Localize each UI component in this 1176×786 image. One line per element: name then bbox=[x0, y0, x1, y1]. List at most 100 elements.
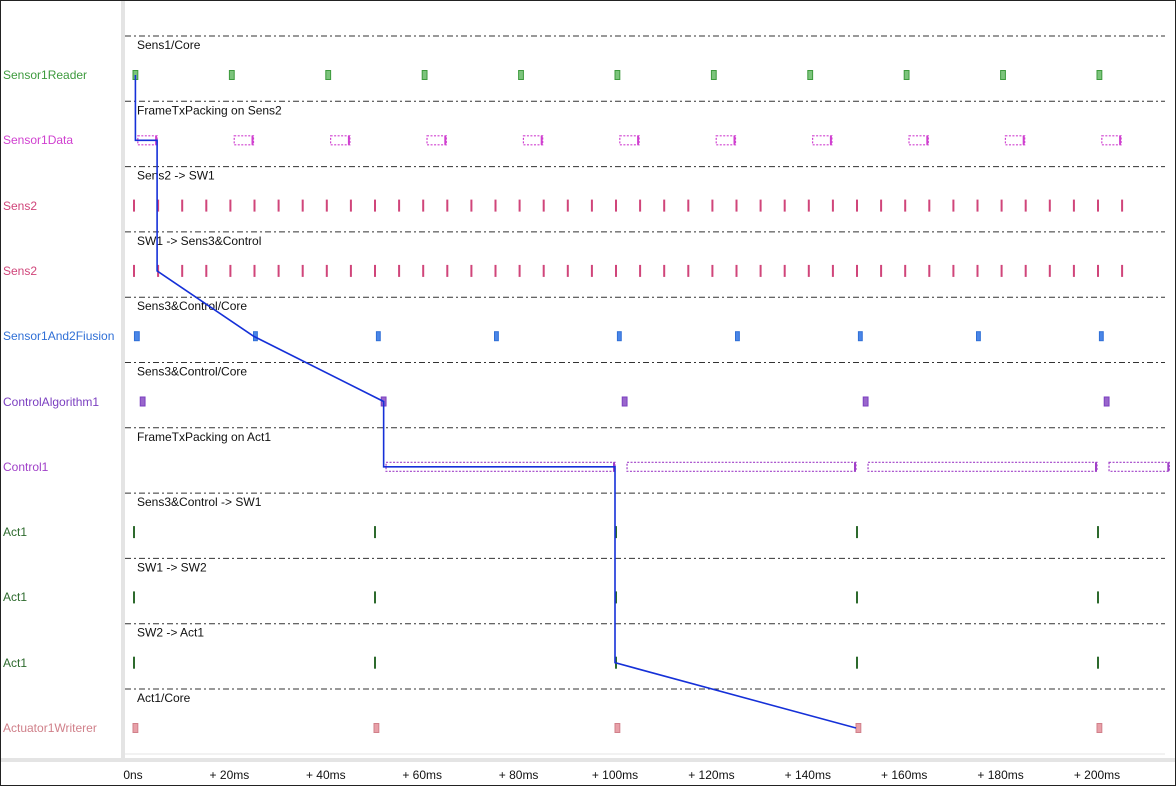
event-tick[interactable] bbox=[325, 199, 328, 212]
event-tick[interactable] bbox=[952, 264, 955, 277]
event-bar[interactable] bbox=[1108, 461, 1170, 472]
event-tick[interactable] bbox=[566, 264, 569, 277]
event-tick[interactable] bbox=[494, 264, 497, 277]
event-tick[interactable] bbox=[374, 264, 376, 277]
event-bar[interactable] bbox=[133, 331, 140, 342]
event-tick[interactable] bbox=[735, 264, 738, 277]
event-bar[interactable] bbox=[812, 135, 833, 146]
event-tick[interactable] bbox=[470, 199, 473, 212]
event-tick[interactable] bbox=[639, 264, 642, 277]
event-bar[interactable] bbox=[807, 70, 814, 80]
event-tick[interactable] bbox=[711, 199, 714, 212]
event-bar[interactable] bbox=[522, 135, 544, 146]
event-tick[interactable] bbox=[542, 199, 545, 212]
event-tick[interactable] bbox=[133, 591, 135, 604]
event-tick[interactable] bbox=[133, 264, 135, 277]
event-tick[interactable] bbox=[301, 199, 304, 212]
event-tick[interactable] bbox=[904, 199, 907, 212]
event-tick[interactable] bbox=[759, 199, 762, 212]
event-tick[interactable] bbox=[349, 264, 352, 277]
event-bar[interactable] bbox=[715, 135, 737, 146]
event-tick[interactable] bbox=[566, 199, 569, 212]
event-tick[interactable] bbox=[277, 264, 280, 277]
event-bar[interactable] bbox=[614, 70, 621, 80]
event-bar[interactable] bbox=[867, 461, 1098, 472]
event-bar[interactable] bbox=[735, 331, 740, 342]
event-bar[interactable] bbox=[330, 135, 351, 146]
event-tick[interactable] bbox=[976, 199, 979, 212]
event-bar[interactable] bbox=[1096, 723, 1103, 733]
event-bar[interactable] bbox=[132, 723, 139, 733]
event-bar[interactable] bbox=[614, 723, 621, 733]
event-bar[interactable] bbox=[626, 461, 857, 472]
event-tick[interactable] bbox=[1000, 199, 1003, 212]
event-tick[interactable] bbox=[856, 656, 858, 669]
event-tick[interactable] bbox=[253, 199, 256, 212]
event-tick[interactable] bbox=[470, 264, 473, 277]
event-tick[interactable] bbox=[759, 264, 762, 277]
event-tick[interactable] bbox=[615, 199, 617, 212]
event-bar[interactable] bbox=[426, 135, 447, 146]
event-bar[interactable] bbox=[421, 70, 428, 80]
event-tick[interactable] bbox=[205, 199, 208, 212]
event-tick[interactable] bbox=[518, 264, 521, 277]
event-tick[interactable] bbox=[1097, 199, 1099, 212]
event-tick[interactable] bbox=[422, 264, 425, 277]
event-bar[interactable] bbox=[1004, 135, 1026, 146]
event-tick[interactable] bbox=[1048, 199, 1051, 212]
event-tick[interactable] bbox=[663, 199, 666, 212]
event-tick[interactable] bbox=[831, 264, 834, 277]
event-tick[interactable] bbox=[856, 591, 858, 604]
event-tick[interactable] bbox=[542, 264, 545, 277]
event-tick[interactable] bbox=[374, 591, 376, 604]
event-bar[interactable] bbox=[857, 331, 863, 342]
event-tick[interactable] bbox=[976, 264, 979, 277]
event-tick[interactable] bbox=[1121, 264, 1124, 277]
event-tick[interactable] bbox=[1072, 199, 1075, 212]
event-bar[interactable] bbox=[616, 331, 622, 342]
event-tick[interactable] bbox=[398, 199, 401, 212]
event-tick[interactable] bbox=[807, 199, 810, 212]
event-tick[interactable] bbox=[783, 199, 786, 212]
event-tick[interactable] bbox=[253, 264, 256, 277]
event-tick[interactable] bbox=[374, 199, 376, 212]
event-tick[interactable] bbox=[446, 264, 449, 277]
event-bar[interactable] bbox=[518, 70, 524, 80]
event-tick[interactable] bbox=[856, 199, 858, 212]
event-tick[interactable] bbox=[229, 199, 232, 212]
event-tick[interactable] bbox=[904, 264, 907, 277]
event-tick[interactable] bbox=[783, 264, 786, 277]
event-tick[interactable] bbox=[952, 199, 955, 212]
event-bar[interactable] bbox=[325, 70, 332, 80]
event-bar[interactable] bbox=[903, 70, 910, 80]
event-tick[interactable] bbox=[446, 199, 449, 212]
event-tick[interactable] bbox=[133, 656, 135, 669]
event-tick[interactable] bbox=[1121, 199, 1124, 212]
event-tick[interactable] bbox=[181, 264, 184, 277]
event-bar[interactable] bbox=[908, 135, 929, 146]
event-tick[interactable] bbox=[880, 264, 883, 277]
event-bar[interactable] bbox=[710, 70, 717, 80]
event-tick[interactable] bbox=[1097, 591, 1099, 604]
event-bar[interactable] bbox=[619, 135, 640, 146]
event-tick[interactable] bbox=[590, 199, 593, 212]
event-tick[interactable] bbox=[928, 199, 931, 212]
event-bar[interactable] bbox=[139, 396, 146, 407]
event-tick[interactable] bbox=[325, 264, 328, 277]
event-tick[interactable] bbox=[1097, 264, 1099, 277]
event-tick[interactable] bbox=[735, 199, 738, 212]
event-bar[interactable] bbox=[1101, 135, 1122, 146]
event-bar[interactable] bbox=[233, 135, 255, 146]
event-tick[interactable] bbox=[880, 199, 883, 212]
event-tick[interactable] bbox=[1024, 264, 1027, 277]
event-tick[interactable] bbox=[229, 264, 232, 277]
event-tick[interactable] bbox=[1024, 199, 1027, 212]
event-tick[interactable] bbox=[301, 264, 304, 277]
event-tick[interactable] bbox=[856, 264, 858, 277]
event-bar[interactable] bbox=[1098, 331, 1104, 342]
event-tick[interactable] bbox=[639, 199, 642, 212]
event-tick[interactable] bbox=[374, 656, 376, 669]
event-tick[interactable] bbox=[133, 526, 135, 539]
event-bar[interactable] bbox=[373, 723, 380, 733]
event-tick[interactable] bbox=[590, 264, 593, 277]
